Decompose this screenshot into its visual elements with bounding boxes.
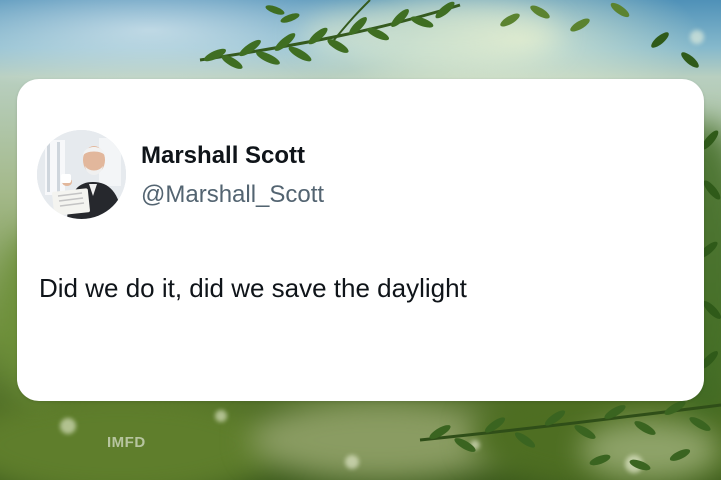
- user-handle[interactable]: @Marshall_Scott: [141, 181, 324, 209]
- avatar[interactable]: [37, 130, 126, 219]
- tweet-card: Marshall Scott @Marshall_Scott Did we do…: [17, 79, 704, 401]
- tweet-text: Did we do it, did we save the daylight: [39, 273, 467, 303]
- profile-photo-icon: [37, 130, 126, 219]
- watermark-text: IMFD: [107, 434, 146, 451]
- display-name[interactable]: Marshall Scott: [141, 142, 305, 170]
